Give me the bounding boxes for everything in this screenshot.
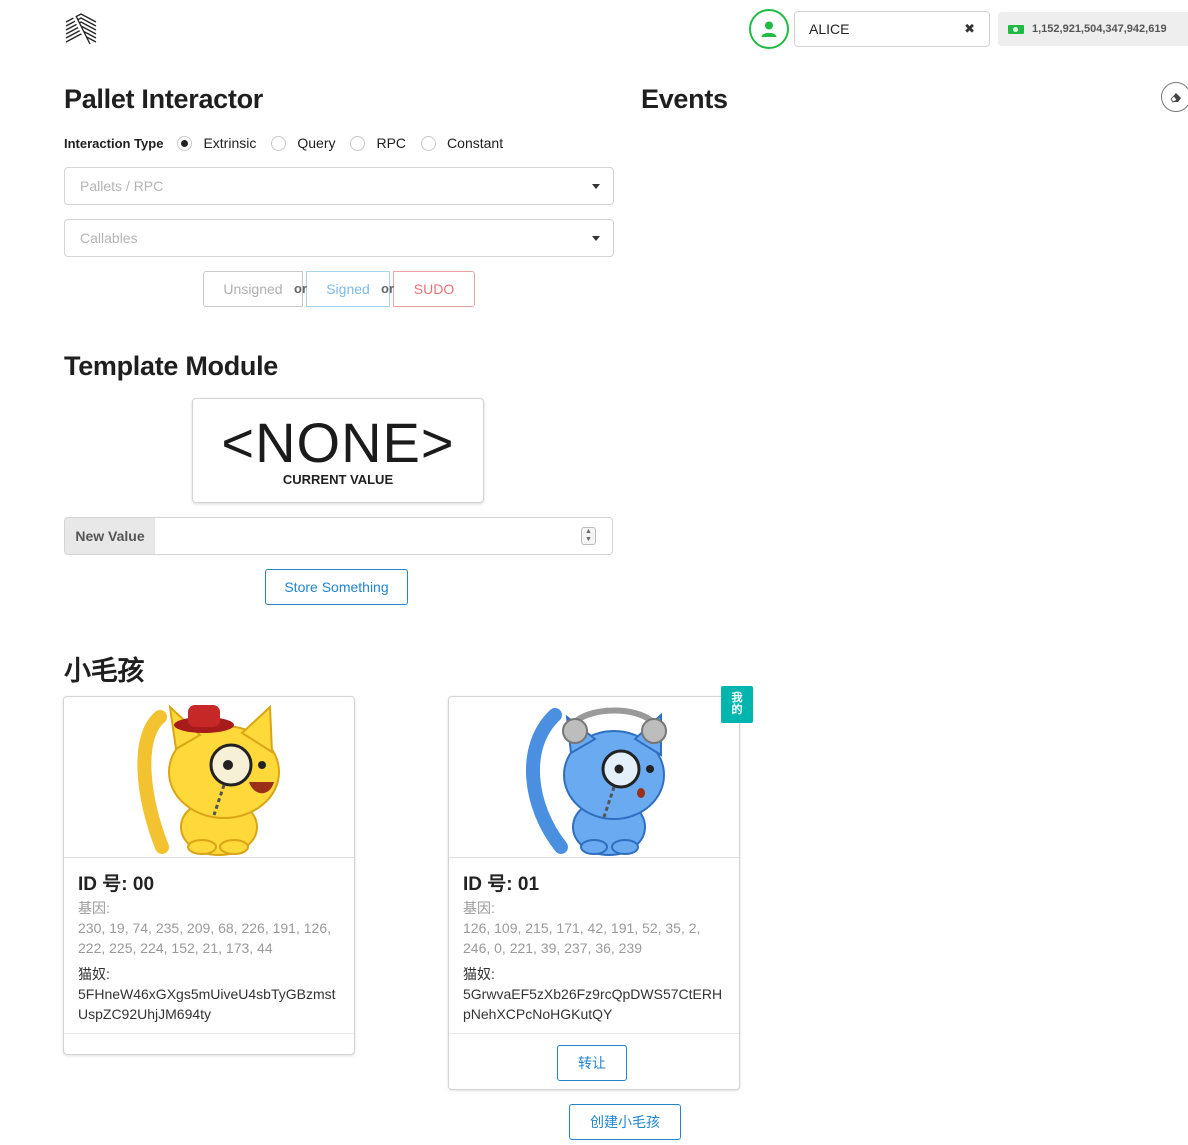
pallet-dropdown-placeholder: Pallets / RPC: [80, 178, 164, 194]
number-spinner[interactable]: ▲ ▼: [581, 527, 596, 545]
radio-button[interactable]: [350, 135, 366, 151]
pallet-interactor-title: Pallet Interactor: [64, 84, 263, 114]
eraser-icon: [1170, 93, 1181, 103]
radio-button[interactable]: [421, 135, 437, 151]
callable-dropdown[interactable]: Callables: [64, 219, 614, 257]
new-value-label: New Value: [65, 518, 155, 554]
kitty-owner: 5FHneW46xGXgs5mUiveU4sbTyGBzmstUspZC92Uh…: [78, 986, 336, 1022]
kitty-owner-label: 猫奴:: [463, 966, 495, 982]
new-value-field: New Value ▲ ▼: [64, 517, 613, 555]
new-value-input[interactable]: [155, 518, 581, 554]
kitty-avatar-yellow: [137, 704, 280, 856]
kitty-owner-label: 猫奴:: [78, 966, 110, 982]
radio-label: Query: [297, 135, 336, 151]
kitty-avatar-blue: [525, 707, 667, 856]
radio-label: Extrinsic: [203, 135, 257, 151]
radio-constant[interactable]: Constant: [421, 135, 503, 151]
radio-button[interactable]: [177, 135, 193, 151]
kitty-gene-label: 基因:: [78, 900, 110, 916]
kitty-card: ID 号: 01 基因: 126, 109, 215, 171, 42, 191…: [448, 696, 740, 1090]
kitty-id: ID 号: 00: [78, 874, 155, 895]
kitty-image: [449, 697, 739, 858]
kitty-id: ID 号: 01: [463, 874, 540, 895]
account-selector[interactable]: ALICE ✖: [794, 11, 990, 47]
interaction-type-group: Interaction Type Extrinsic Query RPC Con…: [64, 133, 518, 153]
kitty-image: [64, 697, 354, 858]
account-name: ALICE: [809, 21, 850, 37]
substrate-logo[interactable]: [62, 10, 100, 48]
current-value-card: <NONE> CURRENT VALUE: [192, 398, 484, 503]
kitty-genes: 126, 109, 215, 171, 42, 191, 52, 35, 2, …: [463, 920, 701, 956]
money-icon: [1008, 24, 1024, 34]
signed-button[interactable]: Signed: [306, 271, 390, 307]
radio-label: RPC: [376, 135, 407, 151]
kitty-gene-label: 基因:: [463, 900, 495, 916]
radio-query[interactable]: Query: [271, 135, 335, 151]
radio-extrinsic[interactable]: Extrinsic: [177, 135, 256, 151]
kitties-title: 小毛孩: [64, 656, 145, 686]
radio-rpc[interactable]: RPC: [350, 135, 406, 151]
current-value: <NONE>: [221, 411, 455, 474]
logo-icon: [65, 13, 97, 45]
kitty-card-footer: [64, 1033, 354, 1055]
radio-button[interactable]: [271, 135, 287, 151]
submit-button-group: Unsigned or Signed or SUDO: [203, 271, 475, 307]
kitty-card-footer: 转让: [449, 1033, 739, 1090]
interaction-type-label: Interaction Type: [64, 135, 164, 151]
sudo-button[interactable]: SUDO: [393, 271, 475, 307]
unsigned-button[interactable]: Unsigned: [203, 271, 303, 307]
pallet-dropdown[interactable]: Pallets / RPC: [64, 167, 614, 205]
dropdown-caret-icon: [592, 183, 600, 189]
clear-icon[interactable]: ✖: [964, 21, 975, 37]
kitty-owner: 5GrwvaEF5zXb26Fz9rcQpDWS57CtERHpNehXCPcN…: [463, 986, 723, 1022]
account-balance: 1,152,921,504,347,942,619: [998, 12, 1188, 46]
transfer-button[interactable]: 转让: [557, 1045, 627, 1081]
dropdown-caret-icon: [592, 235, 600, 241]
radio-label: Constant: [447, 135, 504, 151]
clear-events-button[interactable]: [1161, 82, 1188, 112]
store-something-button[interactable]: Store Something: [265, 569, 408, 605]
template-module-title: Template Module: [64, 351, 279, 381]
callable-dropdown-placeholder: Callables: [80, 230, 138, 246]
current-value-label: CURRENT VALUE: [282, 472, 394, 487]
events-title: Events: [641, 84, 728, 114]
kitty-genes: 230, 19, 74, 235, 209, 68, 226, 191, 126…: [78, 920, 331, 956]
balance-value: 1,152,921,504,347,942,619: [1032, 23, 1167, 35]
kitty-card: ID 号: 00 基因: 230, 19, 74, 235, 209, 68, …: [63, 696, 355, 1055]
copy-account-button[interactable]: [749, 9, 789, 49]
create-kitty-button[interactable]: 创建小毛孩: [569, 1104, 681, 1140]
mine-tag: 我的: [721, 686, 753, 723]
user-icon: [761, 21, 777, 37]
